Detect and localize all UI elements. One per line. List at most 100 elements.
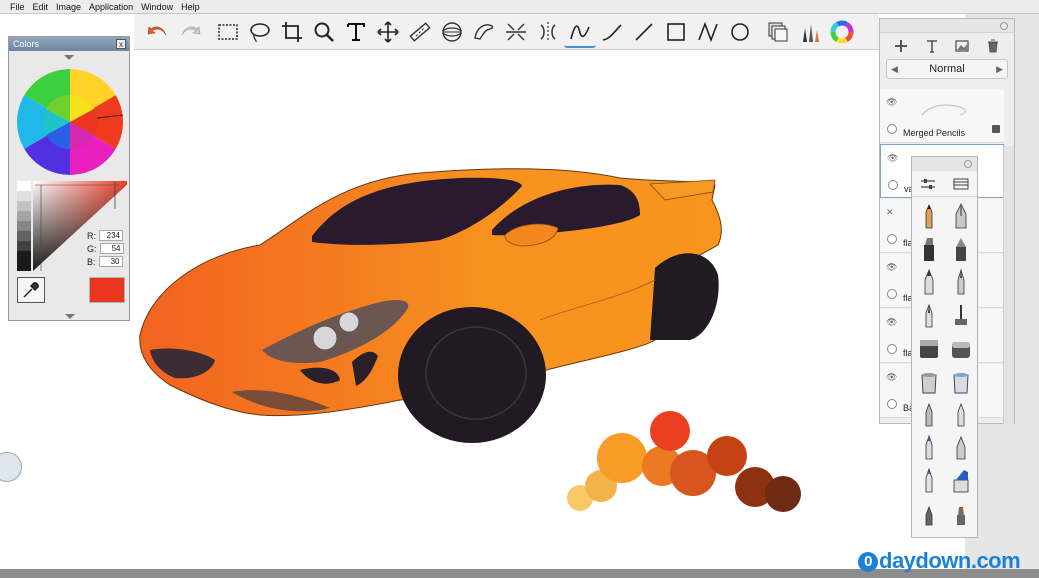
ellipse-guide-button[interactable] — [436, 16, 468, 48]
eye-icon[interactable]: 👁 — [886, 372, 897, 383]
crop-button[interactable] — [276, 16, 308, 48]
expand-arrow-icon[interactable] — [65, 314, 75, 319]
mirror-button[interactable] — [532, 16, 564, 48]
rgb-green-row: G: 54 — [87, 243, 124, 254]
green-value-field[interactable]: 54 — [99, 243, 124, 254]
panel-close-dot-icon[interactable] — [964, 160, 972, 168]
menu-edit[interactable]: Edit — [31, 0, 55, 14]
blur-brush[interactable] — [945, 397, 977, 430]
red-value-field[interactable]: 234 — [99, 230, 123, 241]
lasso-select-button[interactable] — [244, 16, 276, 48]
line-button[interactable] — [628, 16, 660, 48]
blue-marker-brush[interactable] — [945, 463, 977, 496]
color-wheel-button[interactable] — [826, 16, 858, 48]
rgb-blue-row: B: 30 — [87, 256, 123, 267]
brush-settings-icon[interactable] — [920, 177, 936, 191]
close-icon[interactable]: x — [116, 39, 126, 49]
hard-eraser-icon — [920, 339, 938, 358]
blend-bucket-brush[interactable] — [945, 364, 977, 397]
blend-next-icon[interactable]: ▶ — [996, 64, 1003, 75]
chisel-brush[interactable] — [945, 232, 977, 265]
brush-list-icon[interactable] — [953, 177, 969, 191]
eye-icon[interactable]: 👁 — [886, 317, 897, 328]
layers-panel-header[interactable] — [880, 19, 1014, 33]
lock-icon[interactable] — [992, 125, 1000, 133]
transform-button[interactable] — [372, 16, 404, 48]
layer-editor-button[interactable] — [762, 16, 794, 48]
delete-layer-icon[interactable] — [985, 38, 1001, 54]
layer-select-radio[interactable] — [887, 289, 897, 299]
round-brush[interactable] — [913, 496, 945, 529]
text-layer-icon[interactable] — [924, 38, 940, 54]
line-icon — [635, 22, 653, 41]
pencil-stroke-button[interactable] — [564, 16, 596, 48]
menu-window[interactable]: Window — [139, 0, 179, 14]
color-wheel[interactable] — [17, 69, 123, 175]
paintbrush-brush[interactable] — [913, 430, 945, 463]
polyline-button[interactable] — [692, 16, 724, 48]
layer-select-radio[interactable] — [888, 180, 898, 190]
wet-brush[interactable] — [945, 430, 977, 463]
ellipse-button[interactable] — [724, 16, 756, 48]
layer-select-radio[interactable] — [887, 234, 897, 244]
layer-select-radio[interactable] — [887, 399, 897, 409]
menu-help[interactable]: Help — [179, 0, 206, 14]
curve-icon — [602, 23, 622, 41]
paint-bucket-brush[interactable] — [913, 364, 945, 397]
eraser-hard-brush[interactable] — [913, 331, 945, 364]
french-curve-button[interactable] — [468, 16, 500, 48]
layer-item[interactable]: 👁 Merged Pencils — [880, 89, 1004, 143]
eye-icon[interactable]: 👁 — [887, 153, 898, 164]
layer-name: Merged Pencils — [903, 128, 966, 138]
ink-brush[interactable] — [913, 463, 945, 496]
colors-panel-title[interactable]: Colors x — [9, 37, 129, 51]
text-tool-button[interactable] — [340, 16, 372, 48]
layer-select-radio[interactable] — [887, 344, 897, 354]
rectangle-button[interactable] — [660, 16, 692, 48]
airbrush-brush[interactable] — [913, 298, 945, 331]
eyedropper-button[interactable] — [17, 277, 45, 303]
undo-button[interactable] — [142, 16, 174, 48]
panel-close-dot-icon[interactable] — [1000, 22, 1008, 30]
add-layer-icon[interactable] — [893, 38, 909, 54]
colors-panel: Colors x R: 234 G: 54 B: 30 — [8, 36, 130, 321]
blend-prev-icon[interactable]: ◀ — [891, 64, 898, 75]
inkpen-brush[interactable] — [945, 199, 977, 232]
pencil-brush[interactable] — [913, 199, 945, 232]
layer-select-radio[interactable] — [887, 124, 897, 134]
layers-scrollbar[interactable] — [1003, 146, 1014, 424]
eye-icon[interactable]: 👁 — [886, 262, 897, 273]
curve-button[interactable] — [596, 16, 628, 48]
eye-icon[interactable]: 👁 — [886, 97, 897, 108]
redo-button[interactable] — [174, 16, 206, 48]
blur-icon — [957, 402, 965, 426]
current-color-swatch[interactable] — [89, 277, 125, 303]
hidden-eye-icon[interactable]: ✕ — [886, 207, 894, 218]
mirror-icon — [540, 21, 556, 42]
image-layer-icon[interactable] — [954, 38, 970, 54]
flat-brush[interactable] — [945, 496, 977, 529]
ballpen-brush[interactable] — [913, 265, 945, 298]
collapse-arrow-icon[interactable] — [64, 55, 74, 60]
ruler-button[interactable] — [404, 16, 436, 48]
marker-brush[interactable] — [913, 232, 945, 265]
symmetry-button[interactable] — [500, 16, 532, 48]
brush-palette-button[interactable] — [794, 16, 826, 48]
color-wheel-icon — [830, 20, 854, 43]
blend-mode-label: Normal — [929, 63, 965, 75]
drawing-canvas[interactable] — [0, 50, 965, 569]
brush-panel-header[interactable] — [912, 157, 977, 171]
eraser-soft-brush[interactable] — [945, 331, 977, 364]
blue-value-field[interactable]: 30 — [98, 256, 123, 267]
rect-select-button[interactable] — [212, 16, 244, 48]
stamp-brush[interactable] — [945, 298, 977, 331]
menu-application[interactable]: Application — [87, 0, 139, 14]
smear-brush[interactable] — [913, 397, 945, 430]
menu-image[interactable]: Image — [54, 0, 87, 14]
fineliner-brush[interactable] — [945, 265, 977, 298]
blend-mode-selector[interactable]: ◀ Normal ▶ — [886, 59, 1008, 79]
zoom-button[interactable] — [308, 16, 340, 48]
artwork — [139, 168, 801, 512]
colors-title-text: Colors — [13, 39, 40, 49]
menu-file[interactable]: File — [8, 0, 31, 14]
